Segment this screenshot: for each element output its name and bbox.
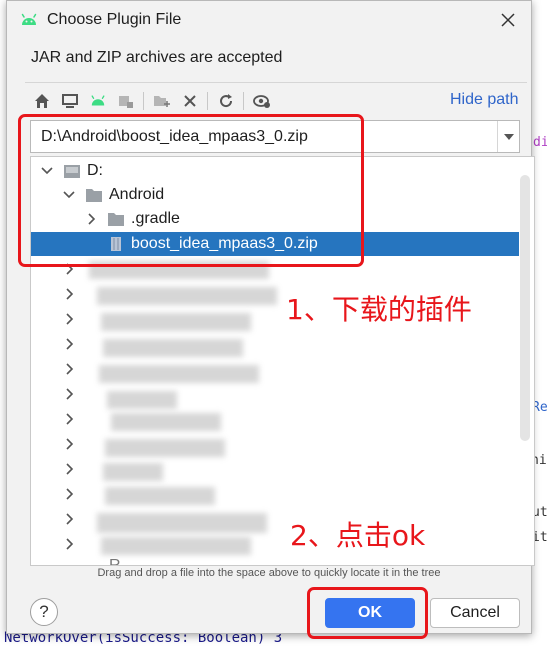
redacted-tree-rows: [103, 339, 243, 357]
chevron-down-icon: [504, 133, 514, 140]
android-icon: [21, 13, 37, 25]
close-button[interactable]: [497, 9, 519, 31]
chevron-right-icon[interactable]: [61, 486, 77, 502]
help-button[interactable]: ?: [30, 598, 58, 626]
redacted-tree-rows: [103, 463, 163, 481]
dialog-subtitle: JAR and ZIP archives are accepted: [31, 49, 283, 66]
desktop-button[interactable]: [59, 89, 81, 113]
toolbar-separator: [207, 92, 208, 110]
path-dropdown-button[interactable]: [497, 121, 520, 152]
hide-path-link[interactable]: Hide path: [450, 91, 519, 109]
annotation-highlight-path: [18, 114, 364, 267]
redacted-tree-rows: [99, 365, 259, 383]
chevron-right-icon[interactable]: [61, 436, 77, 452]
background-code-line: NetworkOver(isSuccess: Boolean) 3: [0, 630, 547, 649]
redacted-tree-rows: [105, 439, 225, 457]
delete-button[interactable]: [179, 89, 201, 113]
chevron-right-icon[interactable]: [61, 311, 77, 327]
annotation-step2: 2、点击ok: [290, 519, 426, 552]
divider: [25, 82, 527, 83]
chevron-right-icon[interactable]: [61, 411, 77, 427]
drag-drop-hint: Drag and drop a file into the space abov…: [97, 567, 441, 579]
tree-label: R: [109, 557, 121, 566]
home-icon: [35, 94, 49, 108]
new-folder-icon: [154, 96, 170, 107]
toolbar-separator: [243, 92, 244, 110]
show-hidden-icon: [253, 95, 270, 108]
module-button[interactable]: [115, 89, 137, 113]
show-hidden-button[interactable]: [251, 89, 273, 113]
tree-scrollbar[interactable]: [520, 175, 530, 441]
chevron-right-icon[interactable]: [61, 461, 77, 477]
redacted-tree-rows: [105, 487, 215, 505]
dialog-titlebar: Choose Plugin File: [7, 1, 531, 39]
android-icon: [91, 95, 105, 106]
cancel-button[interactable]: Cancel: [430, 598, 520, 628]
toolbar-separator: [143, 92, 144, 110]
redacted-tree-rows: [101, 537, 251, 555]
home-button[interactable]: [31, 89, 53, 113]
android-sdk-button[interactable]: [87, 89, 109, 113]
chevron-right-icon[interactable]: [61, 336, 77, 352]
delete-icon: [184, 95, 196, 107]
refresh-icon: [220, 94, 233, 108]
redacted-tree-rows: [97, 287, 277, 305]
chevron-right-icon[interactable]: [61, 361, 77, 377]
annotation-step1: 1、下载的插件: [286, 293, 472, 326]
redacted-tree-rows: [107, 391, 177, 409]
chevron-right-icon[interactable]: [61, 511, 77, 527]
new-folder-button[interactable]: [151, 89, 173, 113]
redacted-tree-rows: [111, 413, 221, 431]
close-icon: [501, 13, 515, 27]
redacted-tree-rows: [101, 313, 251, 331]
annotation-highlight-ok: [307, 587, 428, 639]
redacted-tree-rows: [97, 513, 267, 533]
chevron-right-icon[interactable]: [61, 386, 77, 402]
module-icon: [119, 96, 133, 108]
desktop-icon: [62, 94, 78, 108]
dialog-title: Choose Plugin File: [47, 11, 182, 28]
refresh-button[interactable]: [215, 89, 237, 113]
chevron-right-icon[interactable]: [61, 536, 77, 552]
chevron-right-icon[interactable]: [61, 286, 77, 302]
background-code-fragment: di: [533, 135, 547, 150]
